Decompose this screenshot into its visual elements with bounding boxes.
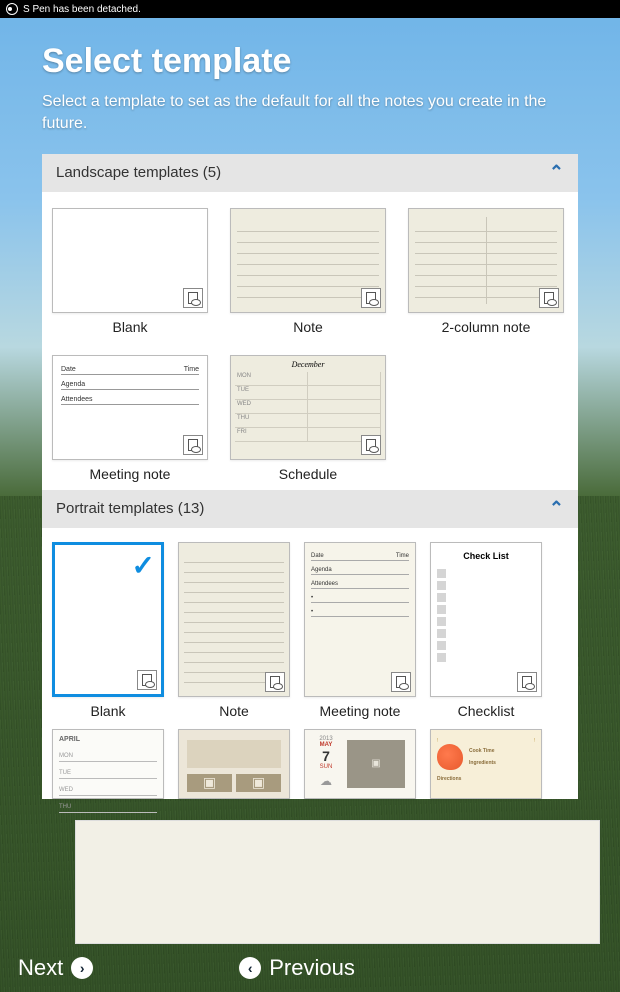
landscape-grid: Blank Note 2-column note DateT (42, 192, 578, 490)
thumb (178, 542, 290, 697)
template-portrait-checklist[interactable]: Check List Checklist (430, 542, 542, 719)
spen-icon (6, 3, 18, 15)
template-portrait-diary[interactable]: 2013 MAY 7 SUN ☁ ▣ (304, 729, 416, 799)
template-portrait-meeting[interactable]: DateTime Agenda Attendees • • Meeting no… (304, 542, 416, 719)
portrait-section-title: Portrait templates (13) (56, 500, 204, 517)
template-label: Meeting note (320, 703, 401, 719)
template-label: Note (219, 703, 249, 719)
page-title: Select template (20, 28, 600, 91)
check-icon: ✓ (132, 549, 155, 582)
thumb (408, 208, 564, 313)
template-landscape-schedule[interactable]: December MON TUE WED THU FRI Schedule (230, 355, 386, 482)
thumb: ▣▣ (178, 729, 290, 799)
template-label: Checklist (458, 703, 515, 719)
preview-icon (137, 670, 157, 690)
template-landscape-blank[interactable]: Blank (52, 208, 208, 335)
template-panel: Landscape templates (5) ⌃ Blank Note (42, 154, 578, 799)
preview-icon (361, 288, 381, 308)
status-bar: S Pen has been detached. (0, 0, 620, 18)
fruit-icon (437, 744, 463, 770)
camera-icon: ▣ (236, 774, 281, 792)
template-landscape-note[interactable]: Note (230, 208, 386, 335)
thumb: Check List (430, 542, 542, 697)
thumb (230, 208, 386, 313)
thumb: DateTime Agenda Attendees (52, 355, 208, 460)
portrait-section-header[interactable]: Portrait templates (13) ⌃ (42, 490, 578, 528)
template-label: 2-column note (442, 319, 531, 335)
camera-icon: ▣ (347, 740, 405, 788)
template-label: Note (293, 319, 323, 335)
arrow-right-icon: › (71, 957, 93, 979)
template-label: Meeting note (90, 466, 171, 482)
footer-nav: Next › ‹ Previous (0, 944, 620, 992)
template-label: Blank (112, 319, 147, 335)
preview-icon (517, 672, 537, 692)
arrow-left-icon: ‹ (239, 957, 261, 979)
thumb: !! Cook Time Ingredients Directions (430, 729, 542, 799)
template-label: Schedule (279, 466, 337, 482)
landscape-section-title: Landscape templates (5) (56, 164, 221, 181)
thumb: DateTime Agenda Attendees • • (304, 542, 416, 697)
thumb: December MON TUE WED THU FRI (230, 355, 386, 460)
cloud-icon: ☁ (311, 774, 341, 788)
template-portrait-blank[interactable]: ✓ Blank (52, 542, 164, 719)
template-portrait-note[interactable]: Note (178, 542, 290, 719)
thumb: 2013 MAY 7 SUN ☁ ▣ (304, 729, 416, 799)
template-landscape-meeting[interactable]: DateTime Agenda Attendees Meeting note (52, 355, 208, 482)
overlay-panel (75, 820, 600, 944)
thumb: ✓ (52, 542, 164, 697)
preview-icon (265, 672, 285, 692)
next-button[interactable]: Next › (0, 949, 111, 987)
template-landscape-2col[interactable]: 2-column note (408, 208, 564, 335)
previous-button[interactable]: ‹ Previous (221, 949, 373, 987)
portrait-grid: ✓ Blank Note DateTime Agenda Attende (42, 528, 578, 799)
preview-icon (183, 288, 203, 308)
template-label: Blank (90, 703, 125, 719)
preview-icon (539, 288, 559, 308)
previous-label: Previous (269, 955, 355, 981)
template-portrait-recipe[interactable]: !! Cook Time Ingredients Directions (430, 729, 542, 799)
template-portrait-calendar[interactable]: APRIL MON TUE WED THU (52, 729, 164, 799)
thumb (52, 208, 208, 313)
next-label: Next (18, 955, 63, 981)
preview-icon (183, 435, 203, 455)
page-subtitle: Select a template to set as the default … (20, 91, 600, 154)
status-message: S Pen has been detached. (23, 4, 141, 15)
template-portrait-polaroid[interactable]: ▣▣ (178, 729, 290, 799)
preview-icon (391, 672, 411, 692)
camera-icon: ▣ (187, 774, 232, 792)
landscape-section-header[interactable]: Landscape templates (5) ⌃ (42, 154, 578, 192)
chevron-up-icon: ⌃ (549, 162, 564, 183)
chevron-up-icon: ⌃ (549, 498, 564, 519)
thumb: APRIL MON TUE WED THU (52, 729, 164, 799)
